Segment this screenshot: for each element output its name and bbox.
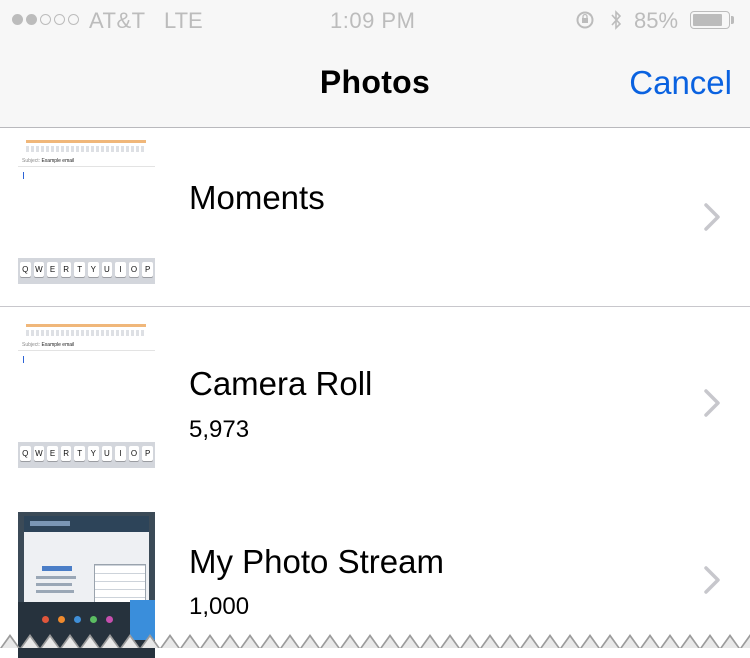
album-thumbnail: Subject: Example email QWERTYUIOP [18,138,155,284]
album-row-my-photo-stream[interactable]: My Photo Stream 1,000 [0,493,750,658]
album-name: Moments [189,179,325,216]
signal-dots-icon [12,14,79,25]
navigation-header: AT&T LTE 1:09 PM 85% Photos Cancel [0,0,750,128]
chevron-right-icon [704,566,720,594]
carrier-label: AT&T [89,8,146,33]
network-type-label: LTE [164,8,203,33]
battery-percent-label: 85% [634,8,679,33]
album-thumbnail: Subject: Example email QWERTYUIOP [18,322,155,468]
album-row-camera-roll[interactable]: Subject: Example email QWERTYUIOP Camera… [0,307,750,493]
torn-edge-decoration [0,628,750,648]
album-row-moments[interactable]: Subject: Example email QWERTYUIOP Moment… [0,128,750,307]
album-count: 1,000 [189,593,250,620]
battery-icon [690,11,730,29]
status-time: 1:09 PM [330,8,416,33]
chevron-right-icon [704,203,720,231]
chevron-right-icon [704,389,720,417]
status-bar: AT&T LTE 1:09 PM 85% [0,0,750,40]
album-name: Camera Roll [189,365,373,402]
rotation-lock-icon [576,11,594,29]
album-name: My Photo Stream [189,543,444,580]
album-count: 5,973 [189,416,250,443]
bluetooth-icon [611,10,622,30]
cancel-button[interactable]: Cancel [629,64,732,102]
